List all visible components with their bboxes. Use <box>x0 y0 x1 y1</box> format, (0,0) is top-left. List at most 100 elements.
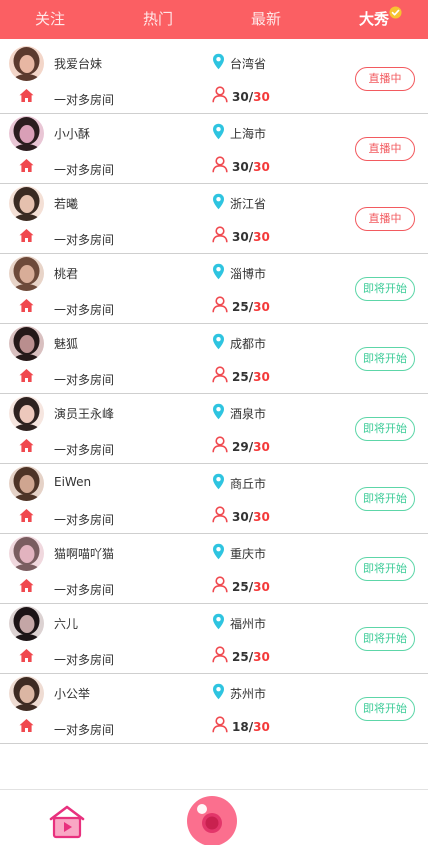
live-now-button[interactable]: 直播中 <box>355 67 415 91</box>
location-pin-icon <box>212 473 225 490</box>
starting-soon-button[interactable]: 即将开始 <box>355 347 415 371</box>
viewer-count: 25/30 <box>232 650 270 664</box>
avatar[interactable] <box>9 466 44 501</box>
host-name: 演员王永峰 <box>54 407 115 421</box>
room-type: 一对多房间 <box>54 303 115 317</box>
viewer-capacity: 30 <box>253 370 270 384</box>
home-icon <box>19 158 34 173</box>
starting-soon-button[interactable]: 即将开始 <box>355 417 415 441</box>
avatar[interactable] <box>9 46 44 81</box>
live-now-button[interactable]: 直播中 <box>355 137 415 161</box>
viewer-capacity: 30 <box>253 650 270 664</box>
room-list-item[interactable]: 若曦 浙江省 一对多房间 30/30 直播中 <box>0 184 428 254</box>
avatar[interactable] <box>9 396 44 431</box>
viewer-count: 30/30 <box>232 90 270 104</box>
home-icon <box>19 718 34 733</box>
room-list-item[interactable]: EiWen 商丘市 一对多房间 30/30 即将开始 <box>0 464 428 534</box>
room-list-item[interactable]: 桃君 淄博市一对多房间 25/30 即将开始 <box>0 254 428 324</box>
room-type: 一对多房间 <box>54 723 115 737</box>
viewer-current: 30 <box>232 510 249 524</box>
host-city: 淄博市 <box>230 267 267 281</box>
viewer-count: 25/30 <box>232 300 270 314</box>
avatar[interactable] <box>9 606 44 641</box>
live-camera-icon[interactable] <box>187 796 237 845</box>
viewer-capacity: 30 <box>253 580 270 594</box>
avatar[interactable] <box>9 536 44 571</box>
tab-latest[interactable]: 最新 <box>236 0 296 39</box>
person-icon <box>212 156 228 173</box>
home-icon <box>19 88 34 103</box>
viewer-capacity: 30 <box>253 300 270 314</box>
viewer-current: 25 <box>232 370 249 384</box>
location-pin-icon <box>212 403 225 420</box>
room-list-item[interactable]: 猫啊喵吖猫 重庆市 一对多房间 25/30 即将开始 <box>0 534 428 604</box>
person-icon <box>212 716 228 733</box>
verified-check-icon <box>389 6 402 19</box>
starting-soon-button[interactable]: 即将开始 <box>355 557 415 581</box>
location-pin-icon <box>212 543 225 560</box>
avatar[interactable] <box>9 326 44 361</box>
bottom-nav-bar <box>0 789 428 845</box>
room-list-item[interactable]: 小小酥 上海市 一对多房间 30/30 直播中 <box>0 114 428 184</box>
viewer-current: 25 <box>232 580 249 594</box>
viewer-current: 30 <box>232 160 249 174</box>
person-icon <box>212 646 228 663</box>
host-city: 酒泉市 <box>230 407 267 421</box>
host-city: 成都市 <box>230 337 267 351</box>
viewer-count: 29/30 <box>232 440 270 454</box>
room-type: 一对多房间 <box>54 583 115 597</box>
room-type: 一对多房间 <box>54 443 115 457</box>
viewer-current: 29 <box>232 440 249 454</box>
viewer-count: 30/30 <box>232 510 270 524</box>
room-type: 一对多房间 <box>54 653 115 667</box>
host-city: 上海市 <box>230 127 267 141</box>
avatar[interactable] <box>9 676 44 711</box>
room-type: 一对多房间 <box>54 93 115 107</box>
viewer-capacity: 30 <box>253 230 270 244</box>
person-icon <box>212 366 228 383</box>
viewer-count: 25/30 <box>232 370 270 384</box>
room-list-item[interactable]: 演员王永峰 酒泉市一对多房间 29/30 即将开始 <box>0 394 428 464</box>
viewer-count: 30/30 <box>232 230 270 244</box>
host-name: 六儿 <box>54 617 79 631</box>
viewer-count: 25/30 <box>232 580 270 594</box>
avatar[interactable] <box>9 256 44 291</box>
host-name: 桃君 <box>54 267 79 281</box>
host-city: 商丘市 <box>230 477 267 491</box>
viewer-capacity: 30 <box>253 720 270 734</box>
viewer-count: 18/30 <box>232 720 270 734</box>
home-tv-icon[interactable] <box>48 805 86 839</box>
person-icon <box>212 576 228 593</box>
home-icon <box>19 508 34 523</box>
room-list-item[interactable]: 魅狐 成都市 一对多房间 25/30 即将开始 <box>0 324 428 394</box>
room-list-item[interactable]: 小公举 苏州市 一对多房间 18/30 即将开始 <box>0 674 428 744</box>
location-pin-icon <box>212 683 225 700</box>
starting-soon-button[interactable]: 即将开始 <box>355 627 415 651</box>
person-icon <box>212 506 228 523</box>
host-name: 若曦 <box>54 197 79 211</box>
starting-soon-button[interactable]: 即将开始 <box>355 697 415 721</box>
starting-soon-button[interactable]: 即将开始 <box>355 277 415 301</box>
live-now-button[interactable]: 直播中 <box>355 207 415 231</box>
tab-follow[interactable]: 关注 <box>20 0 80 39</box>
person-icon <box>212 436 228 453</box>
starting-soon-button[interactable]: 即将开始 <box>355 487 415 511</box>
top-tab-bar: 关注 热门 最新 大秀 <box>0 0 428 39</box>
avatar[interactable] <box>9 116 44 151</box>
home-icon <box>19 578 34 593</box>
tab-hot[interactable]: 热门 <box>128 0 188 39</box>
viewer-current: 25 <box>232 650 249 664</box>
person-icon <box>212 86 228 103</box>
room-list-item[interactable]: 六儿 福州市 一对多房间 25/30 即将开始 <box>0 604 428 674</box>
avatar[interactable] <box>9 186 44 221</box>
host-name: 我爱台妹 <box>54 57 103 71</box>
room-type: 一对多房间 <box>54 373 115 387</box>
viewer-count: 30/30 <box>232 160 270 174</box>
room-type: 一对多房间 <box>54 513 115 527</box>
home-icon <box>19 298 34 313</box>
room-list-item[interactable]: 我爱台妹 台湾省 一对多房间 30/30 直播中 <box>0 44 428 114</box>
viewer-current: 25 <box>232 300 249 314</box>
home-icon <box>19 648 34 663</box>
viewer-capacity: 30 <box>253 90 270 104</box>
host-city: 苏州市 <box>230 687 267 701</box>
